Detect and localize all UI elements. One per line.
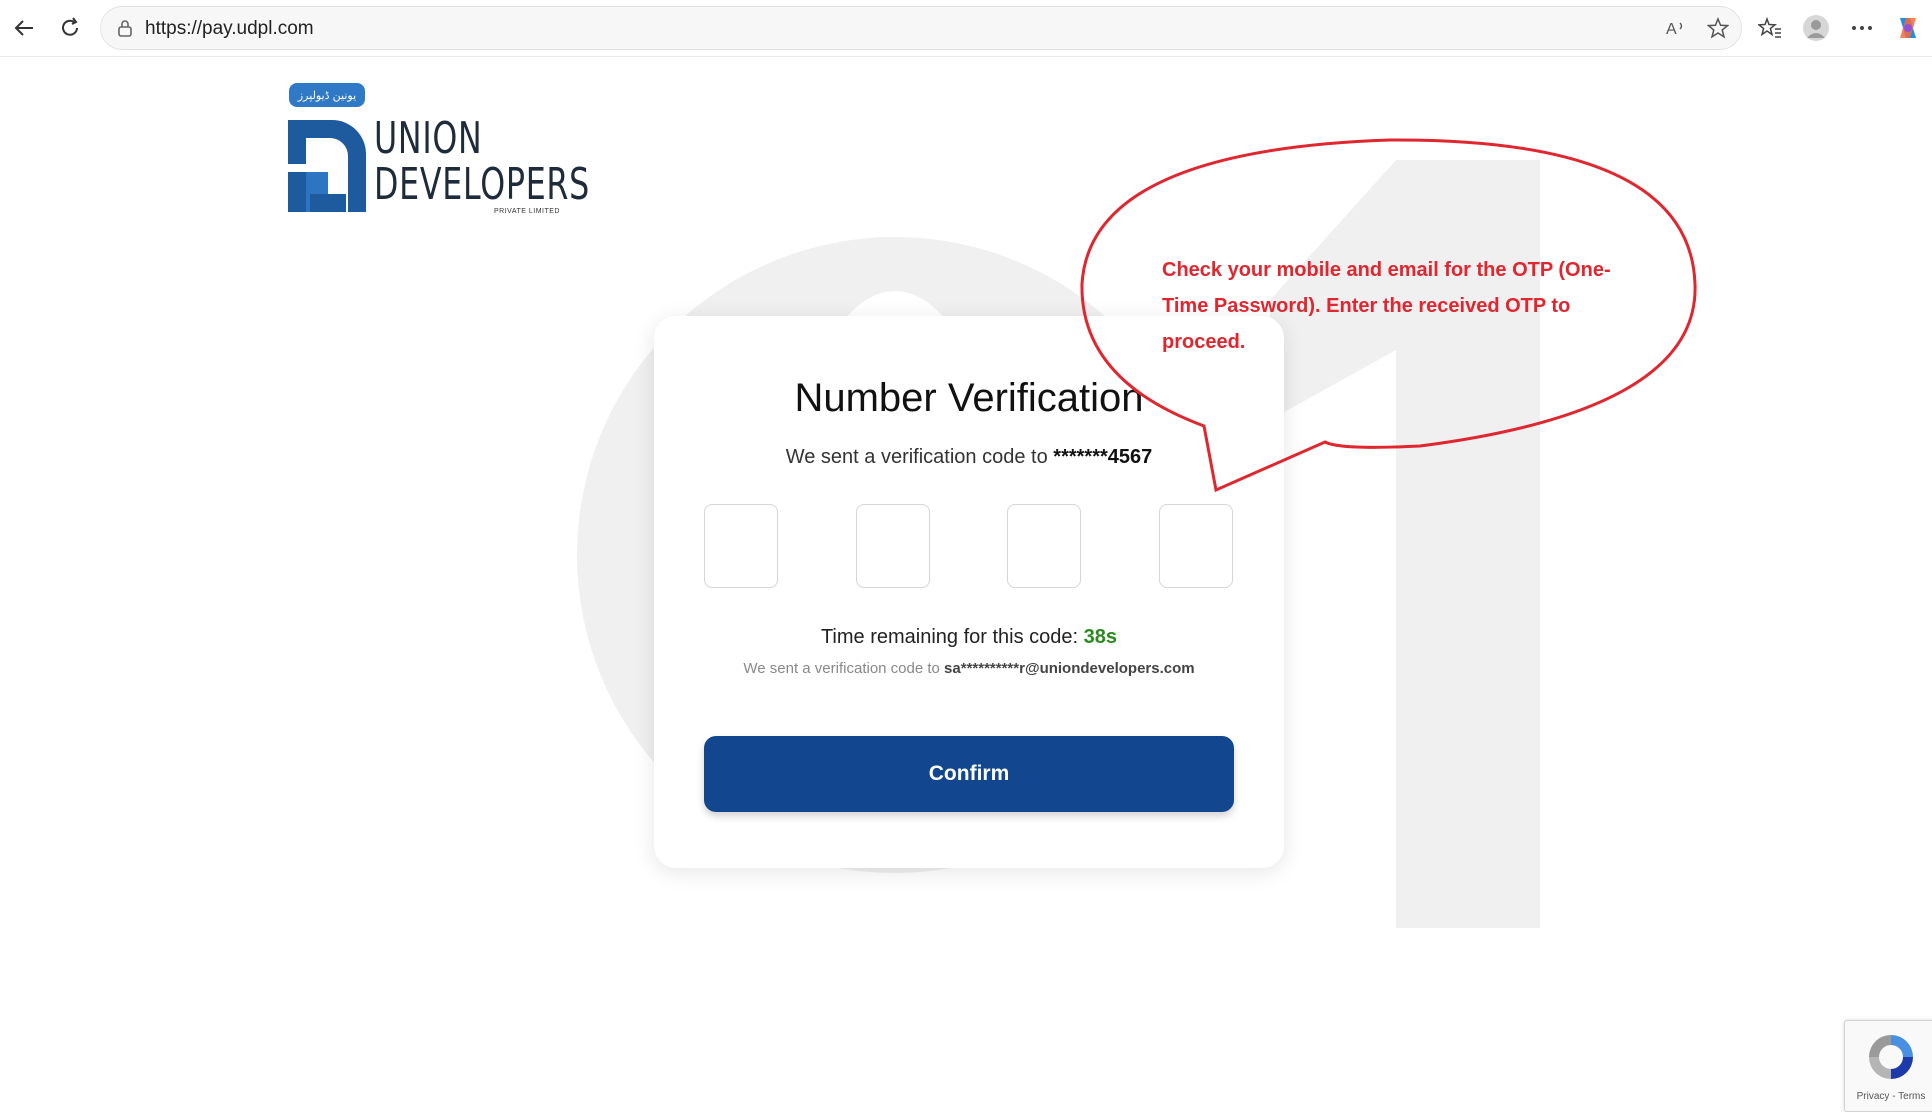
- more-icon[interactable]: [1842, 8, 1882, 48]
- favorites-icon[interactable]: [1750, 8, 1790, 48]
- address-bar[interactable]: https://pay.udpl.com A: [100, 6, 1742, 50]
- profile-icon[interactable]: [1796, 8, 1836, 48]
- logo-subtitle: PRIVATE LIMITED: [494, 208, 560, 215]
- masked-phone: *******4567: [1053, 446, 1153, 468]
- read-aloud-icon[interactable]: A: [1663, 15, 1689, 41]
- refresh-icon[interactable]: [50, 8, 90, 48]
- email-sent-prefix: We sent a verification code to: [743, 660, 940, 677]
- otp-digit-2[interactable]: [856, 504, 930, 588]
- page-title: Number Verification: [794, 376, 1144, 420]
- back-arrow-icon[interactable]: [4, 8, 44, 48]
- confirm-button[interactable]: Confirm: [704, 736, 1234, 812]
- masked-email: sa**********r@uniondevelopers.com: [944, 660, 1195, 677]
- recaptcha-links[interactable]: Privacy - Terms: [1849, 1091, 1932, 1102]
- logo-text-union: UNION: [374, 113, 483, 164]
- union-developers-logo[interactable]: یونین ڈیولپرز UNION DEVELOPERS PRIVATE L…: [288, 82, 590, 222]
- address-url[interactable]: https://pay.udpl.com: [145, 18, 314, 40]
- logo-urdu-badge: یونین ڈیولپرز: [289, 83, 365, 107]
- lock-icon[interactable]: [115, 18, 135, 38]
- otp-input-group: [704, 504, 1234, 590]
- recaptcha-icon: [1869, 1035, 1913, 1079]
- timer-value: 38s: [1083, 626, 1118, 648]
- star-icon[interactable]: [1705, 15, 1731, 41]
- browser-toolbar: https://pay.udpl.com A: [0, 0, 1932, 57]
- timer-label: Time remaining for this code:: [820, 626, 1079, 648]
- annotation-text: Check your mobile and email for the OTP …: [1162, 259, 1611, 353]
- phone-sent-prefix: We sent a verification code to: [785, 446, 1048, 468]
- otp-digit-1[interactable]: [704, 504, 778, 588]
- email-sent-message: We sent a verification code to sa*******…: [654, 660, 1284, 677]
- logo-mark-icon: [288, 120, 366, 212]
- copilot-icon[interactable]: [1888, 8, 1928, 48]
- otp-digit-4[interactable]: [1159, 504, 1233, 588]
- otp-digit-3[interactable]: [1007, 504, 1081, 588]
- logo-text-developers: DEVELOPERS: [374, 159, 590, 210]
- svg-text:A: A: [1666, 21, 1677, 38]
- recaptcha-badge[interactable]: Privacy - Terms: [1844, 1020, 1932, 1112]
- phone-sent-message: We sent a verification code to *******45…: [654, 446, 1284, 469]
- timer-message: Time remaining for this code: 38s: [654, 626, 1284, 649]
- verification-card: Number Verification We sent a verificati…: [654, 316, 1284, 868]
